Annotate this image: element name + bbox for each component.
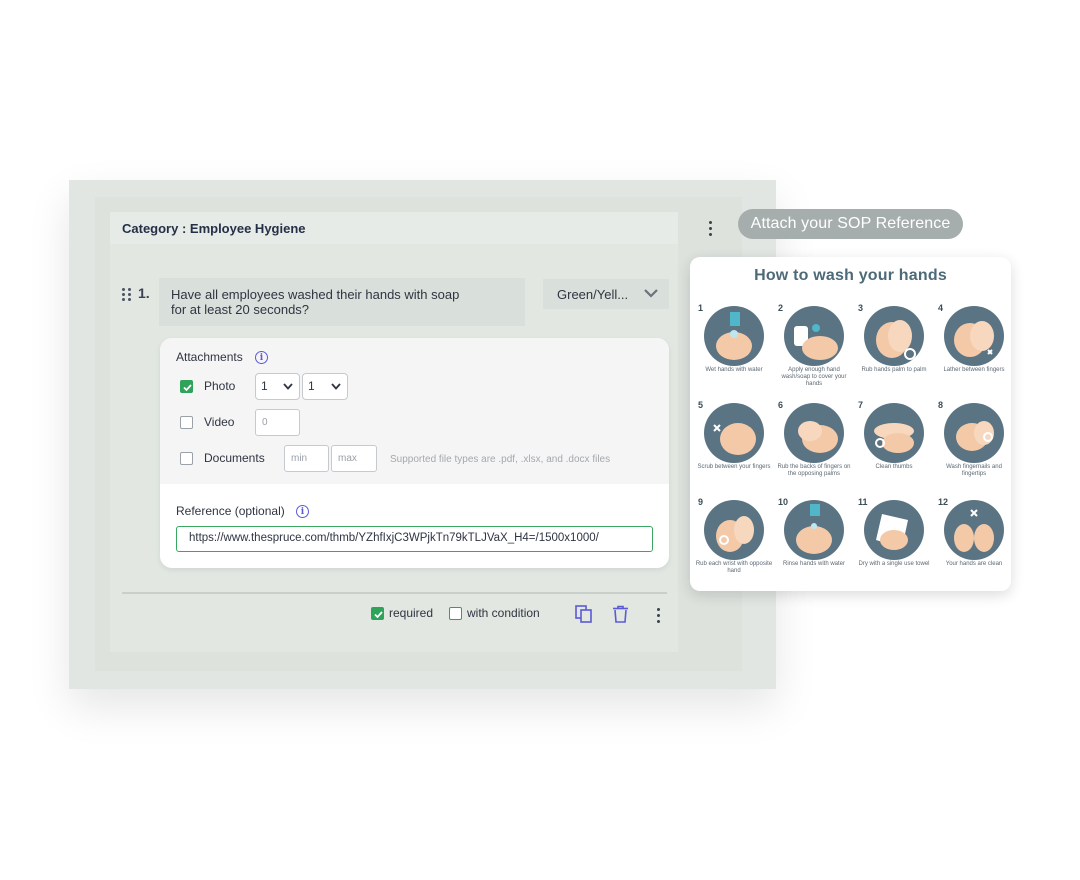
- sop-title: How to wash your hands: [754, 267, 947, 284]
- sop-reference-card[interactable]: How to wash your hands 1 Wet hands with …: [690, 257, 1011, 591]
- step-number: 2: [778, 303, 784, 313]
- chevron-down-icon: [331, 383, 341, 390]
- documents-max-input[interactable]: max: [331, 445, 377, 472]
- step-caption: Rinse hands with water: [782, 561, 846, 567]
- step-number: 3: [858, 303, 864, 313]
- question-number: 1.: [138, 285, 150, 301]
- question-text-field[interactable]: Have all employees washed their hands wi…: [159, 278, 525, 326]
- reference-info-icon[interactable]: i: [296, 505, 309, 518]
- hands-icon: [784, 403, 844, 463]
- response-type-dropdown[interactable]: Green/Yell...: [543, 279, 669, 309]
- hands-icon: [944, 500, 1004, 560]
- hands-icon: [704, 306, 764, 366]
- attach-sop-button[interactable]: Attach your SOP Reference: [738, 209, 963, 239]
- with-condition-checkbox[interactable]: [449, 607, 462, 620]
- hands-icon: [784, 500, 844, 560]
- hands-icon: [864, 306, 924, 366]
- documents-min-input[interactable]: min: [284, 445, 329, 472]
- video-count-input[interactable]: 0: [255, 409, 300, 436]
- question-text-line-1: Have all employees washed their hands wi…: [171, 287, 460, 302]
- photo-max-select[interactable]: 1: [302, 373, 348, 400]
- step-caption: Dry with a single use towel: [858, 561, 930, 567]
- chevron-down-icon: [283, 383, 293, 390]
- photo-min-value: 1: [261, 379, 268, 393]
- hands-icon: [784, 306, 844, 366]
- hands-icon: [944, 403, 1004, 463]
- step-number: 1: [698, 303, 704, 313]
- drag-handle-icon[interactable]: [122, 288, 131, 301]
- step-caption: Lather between fingers: [943, 367, 1005, 373]
- photo-min-select[interactable]: 1: [255, 373, 300, 400]
- step-number: 6: [778, 400, 784, 410]
- photo-checkbox[interactable]: [180, 380, 193, 393]
- step-caption: Your hands are clean: [945, 561, 1003, 567]
- photo-max-value: 1: [308, 379, 315, 393]
- delete-icon[interactable]: [612, 605, 629, 623]
- attachments-panel: Attachments i Photo 1 1 Video 0 Document…: [160, 338, 669, 568]
- step-number: 11: [858, 497, 868, 507]
- documents-hint: Supported file types are .pdf, .xlsx, an…: [390, 454, 611, 465]
- response-type-value: Green/Yell...: [557, 286, 629, 302]
- documents-checkbox[interactable]: [180, 452, 193, 465]
- step-number: 9: [698, 497, 704, 507]
- step-caption: Rub the backs of fingers on the opposing…: [777, 464, 851, 477]
- attachments-info-icon[interactable]: i: [255, 351, 268, 364]
- stage: Category : Employee Hygiene Attach your …: [0, 0, 1080, 880]
- required-label: required: [389, 606, 434, 620]
- reference-label: Reference (optional): [176, 504, 285, 518]
- required-checkbox[interactable]: [371, 607, 384, 620]
- step-number: 4: [938, 303, 944, 313]
- reference-url-input[interactable]: https://www.thespruce.com/thmb/YZhfIxjC3…: [176, 526, 653, 552]
- step-number: 12: [938, 497, 949, 507]
- step-caption: Rub hands palm to palm: [861, 367, 927, 373]
- category-more-icon[interactable]: [708, 221, 712, 236]
- attachments-title: Attachments: [176, 350, 243, 364]
- photo-label: Photo: [204, 379, 236, 393]
- step-number: 7: [858, 400, 864, 410]
- check-icon: [183, 384, 192, 392]
- hands-icon: [864, 500, 924, 560]
- duplicate-icon[interactable]: [575, 605, 593, 623]
- video-label: Video: [204, 415, 235, 429]
- documents-label: Documents: [204, 451, 265, 465]
- chevron-down-icon: [644, 289, 658, 298]
- question-more-icon[interactable]: [656, 608, 660, 623]
- step-caption: Wash fingernails and fingertips: [946, 464, 1002, 477]
- video-checkbox[interactable]: [180, 416, 193, 429]
- hands-icon: [864, 403, 924, 463]
- check-icon: [374, 611, 383, 619]
- step-number: 10: [778, 497, 789, 507]
- hands-icon: [944, 306, 1004, 366]
- category-header: Category : Employee Hygiene: [110, 212, 678, 244]
- step-caption: Apply enough hand wash/soap to cover you…: [781, 367, 847, 387]
- step-caption: Wet hands with water: [705, 367, 763, 373]
- footer-divider: [122, 592, 667, 594]
- step-caption: Clean thumbs: [875, 464, 913, 470]
- hands-icon: [704, 500, 764, 560]
- question-text-line-2: for at least 20 seconds?: [171, 302, 310, 317]
- step-caption: Scrub between your fingers: [697, 464, 771, 470]
- step-number: 5: [698, 400, 704, 410]
- step-number: 8: [938, 400, 944, 410]
- step-caption: Rub each wrist with opposite hand: [695, 561, 773, 574]
- with-condition-label: with condition: [467, 606, 540, 620]
- hands-icon: [704, 403, 764, 463]
